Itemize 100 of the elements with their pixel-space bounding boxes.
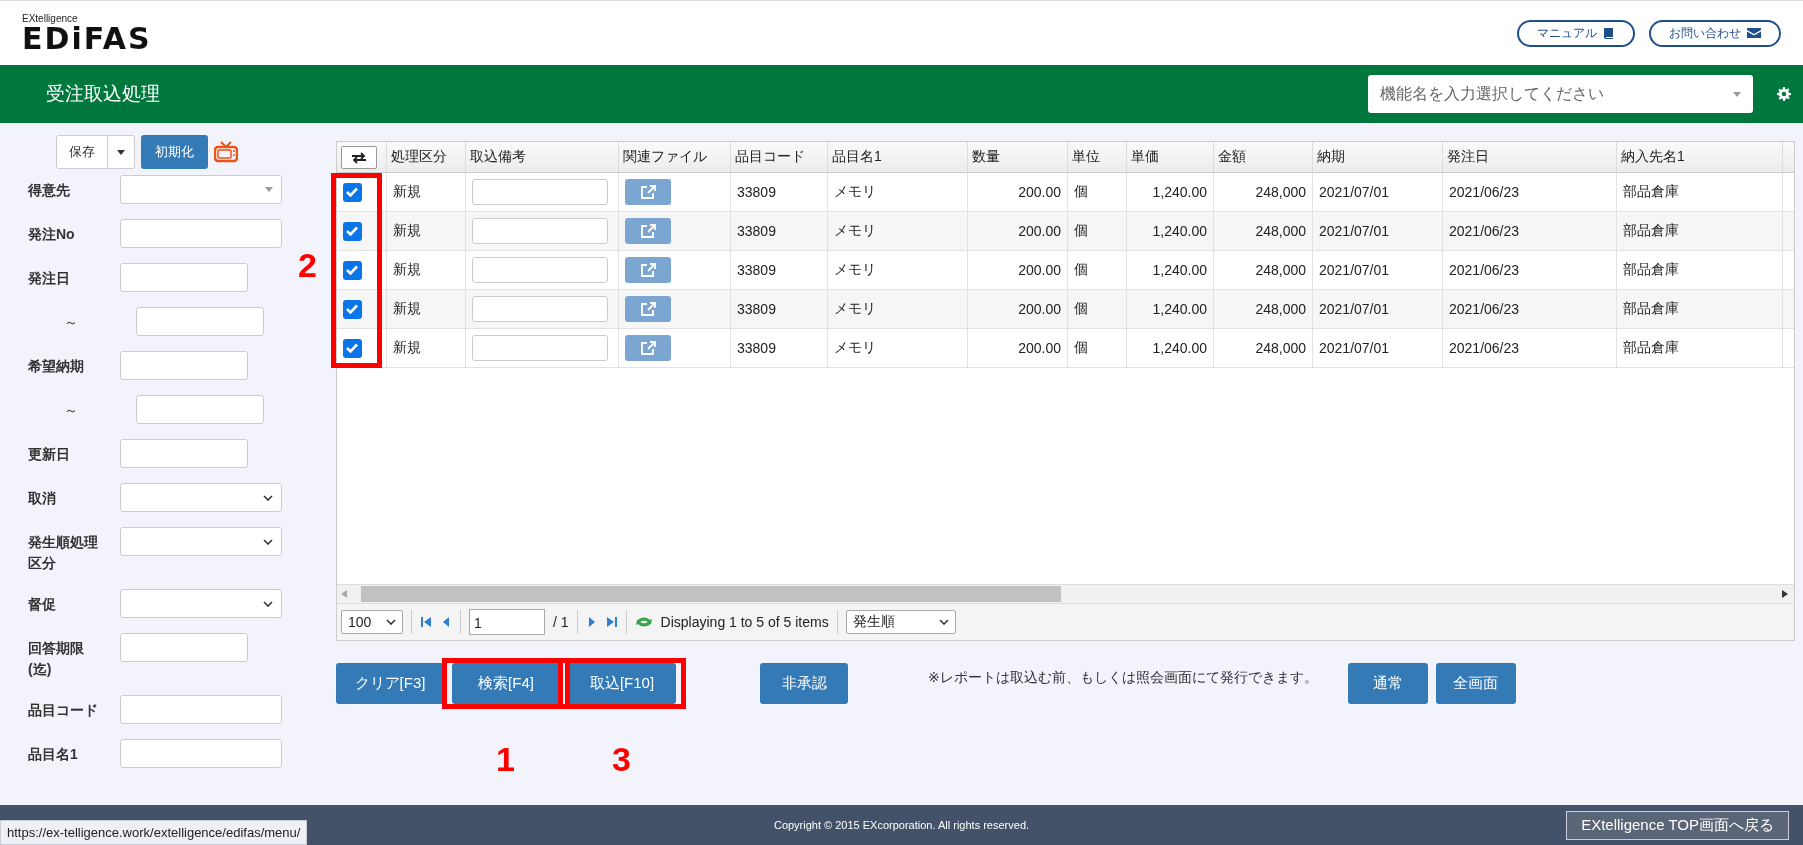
column-header[interactable]: 数量 — [968, 142, 1068, 172]
table-cell: 2021/07/01 — [1319, 301, 1390, 317]
input-field[interactable] — [120, 695, 282, 724]
input-field[interactable] — [120, 351, 248, 380]
field-label: ～ — [63, 401, 79, 420]
checkbox[interactable] — [343, 260, 362, 280]
input-field[interactable] — [120, 633, 248, 662]
remark-input[interactable] — [472, 257, 608, 283]
save-options-button[interactable] — [108, 135, 135, 169]
field-label: 希望納期 — [28, 357, 85, 376]
table-cell: 新規 — [393, 222, 421, 240]
select-field[interactable] — [120, 527, 282, 556]
chevron-down-icon — [263, 600, 273, 607]
table-cell: 部品倉庫 — [1623, 261, 1679, 279]
open-file-button[interactable] — [625, 335, 671, 361]
reset-button[interactable]: 初期化 — [141, 135, 208, 169]
open-file-button[interactable] — [625, 296, 671, 322]
column-header[interactable]: 品目コード — [731, 142, 828, 172]
table-cell: 2021/07/01 — [1319, 262, 1390, 278]
open-file-button[interactable] — [625, 218, 671, 244]
table-cell: 部品倉庫 — [1623, 339, 1679, 357]
select-field[interactable] — [120, 483, 282, 512]
checkbox[interactable] — [343, 299, 362, 319]
sort-select[interactable]: 発生順 — [845, 610, 956, 634]
input-field[interactable] — [120, 439, 248, 468]
table-cell: 2021/07/01 — [1319, 184, 1390, 200]
horizontal-scrollbar[interactable] — [337, 584, 1794, 603]
field-label: 発生順処理区分 — [28, 533, 99, 573]
column-header[interactable]: 納入先名1 — [1617, 142, 1783, 172]
select-field[interactable] — [120, 589, 282, 618]
column-header[interactable]: 単位 — [1068, 142, 1127, 172]
function-select[interactable]: 機能名を入力選択してください — [1368, 75, 1753, 113]
page-number-input[interactable]: 1 — [469, 609, 545, 635]
first-page-icon[interactable] — [420, 616, 432, 628]
checkbox[interactable] — [343, 221, 362, 241]
field-label: 更新日 — [28, 445, 71, 464]
input-field[interactable] — [120, 739, 282, 768]
url-tooltip: https://ex-telligence.work/extelligence/edifas/menu/ — [0, 820, 308, 845]
column-header[interactable]: 発注日 — [1443, 142, 1617, 172]
tv-icon[interactable] — [214, 141, 238, 163]
action-button[interactable]: 通常 — [1347, 663, 1428, 704]
external-link-icon — [640, 224, 656, 238]
column-header[interactable]: 取込備考 — [466, 142, 619, 172]
checkbox[interactable] — [343, 182, 362, 202]
input-field[interactable] — [120, 263, 248, 292]
table-cell: 個 — [1074, 183, 1088, 201]
column-header[interactable]: 単価 — [1127, 142, 1214, 172]
action-button[interactable]: クリア[F3] — [336, 663, 444, 704]
table-cell: 200.00 — [1018, 262, 1061, 278]
action-button[interactable]: 非承認 — [760, 663, 848, 704]
table-cell: メモリ — [834, 222, 876, 240]
column-header[interactable]: 関連ファイル — [619, 142, 731, 172]
table-cell: メモリ — [834, 339, 876, 357]
header-link-button[interactable]: マニュアル — [1517, 19, 1635, 47]
table-cell: 新規 — [393, 183, 421, 201]
action-button[interactable]: 全画面 — [1435, 663, 1516, 704]
table-cell: 2021/06/23 — [1449, 340, 1520, 356]
chevron-down-icon — [938, 619, 949, 625]
page-size-select[interactable]: 100 — [341, 610, 403, 634]
remark-input[interactable] — [472, 296, 608, 322]
brand-caption: EXtelligence — [22, 12, 78, 24]
header-link-button[interactable]: お問い合わせ — [1649, 19, 1781, 47]
input-field[interactable] — [136, 395, 264, 424]
field-label: 回答期限(迄) — [28, 639, 85, 679]
checkbox[interactable] — [343, 338, 362, 358]
table-cell: 248,000 — [1255, 262, 1306, 278]
field-label: 品目名1 — [28, 745, 79, 764]
remark-input[interactable] — [472, 335, 608, 361]
table-cell: 個 — [1074, 261, 1088, 279]
field-label: 得意先 — [28, 181, 71, 200]
external-link-icon — [640, 263, 656, 277]
column-header[interactable]: 金額 — [1214, 142, 1313, 172]
table-cell: 2021/07/01 — [1319, 340, 1390, 356]
remark-input[interactable] — [472, 179, 608, 205]
table-cell: 部品倉庫 — [1623, 183, 1679, 201]
column-header[interactable]: 処理区分 — [387, 142, 466, 172]
toggle-selection-button[interactable] — [341, 146, 377, 169]
field-label: 督促 — [28, 595, 57, 614]
table-cell: 1,240.00 — [1152, 262, 1207, 278]
refresh-icon[interactable] — [634, 615, 653, 629]
action-button[interactable]: 検索[F4] — [452, 663, 560, 704]
input-field[interactable] — [136, 307, 264, 336]
action-button[interactable]: 取込[F10] — [568, 663, 676, 704]
top-page-button[interactable]: EXtelligence TOP画面へ戻る — [1566, 811, 1789, 840]
annotation-number: 3 — [612, 742, 631, 776]
external-link-icon — [640, 341, 656, 355]
caret-icon — [265, 187, 273, 192]
last-page-icon[interactable] — [605, 616, 618, 628]
save-button[interactable]: 保存 — [56, 135, 108, 169]
settings-icon[interactable] — [1777, 87, 1791, 101]
select-field[interactable] — [120, 175, 282, 204]
external-link-icon — [640, 302, 656, 316]
remark-input[interactable] — [472, 218, 608, 244]
open-file-button[interactable] — [625, 179, 671, 205]
column-header[interactable]: 納期 — [1313, 142, 1443, 172]
table-cell: 200.00 — [1018, 301, 1061, 317]
column-header[interactable]: 品目名1 — [828, 142, 968, 172]
open-file-button[interactable] — [625, 257, 671, 283]
table-cell: 個 — [1074, 300, 1088, 318]
input-field[interactable] — [120, 219, 282, 248]
